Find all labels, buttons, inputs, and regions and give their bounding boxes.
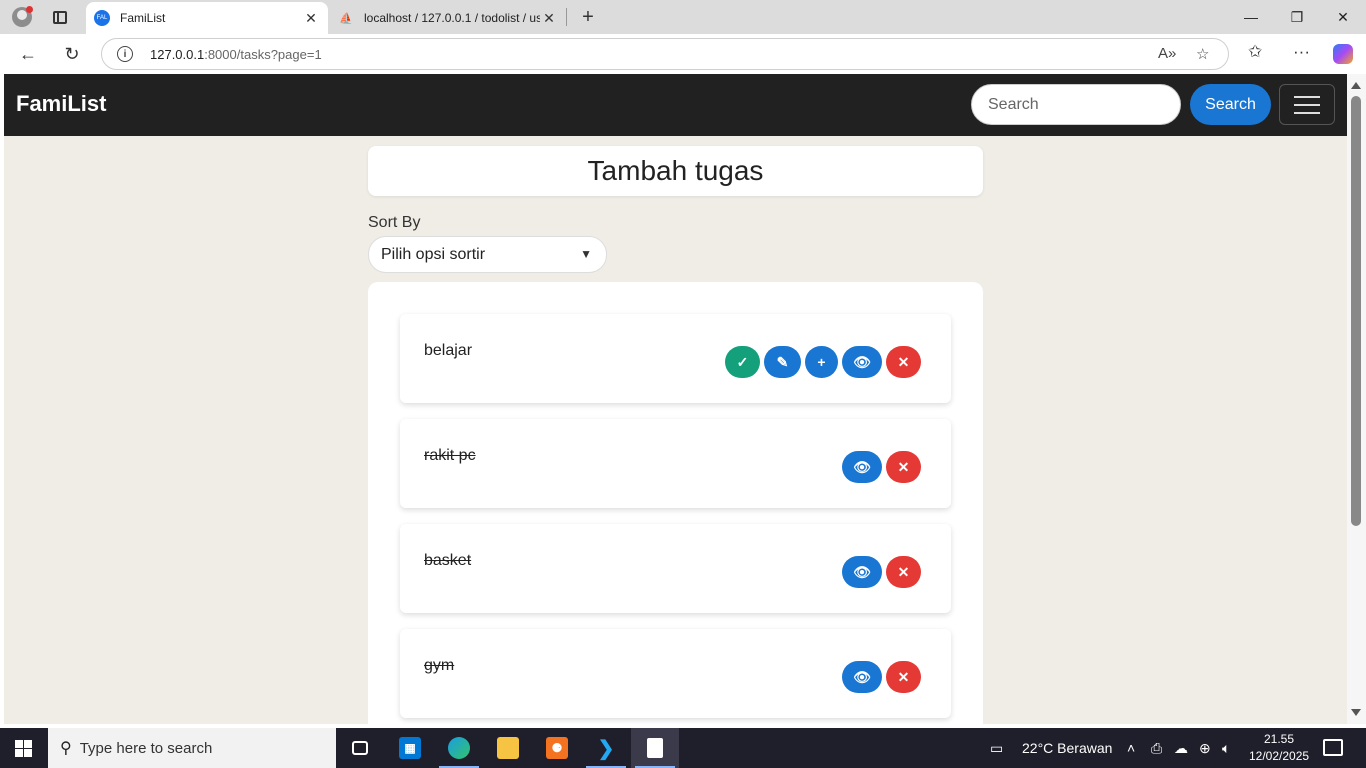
delete-task-button[interactable]: ✕	[886, 451, 921, 483]
complete-task-button[interactable]: ✓	[725, 346, 760, 378]
read-aloud-icon[interactable]: A»	[1158, 45, 1176, 62]
new-tab-icon[interactable]: +	[576, 5, 600, 29]
browser-address-bar: ← ↻ i 127.0.0.1:8000/tasks?page=1 A» ☆ ✩…	[0, 34, 1366, 74]
vscode-icon[interactable]: ❯	[582, 728, 630, 768]
view-task-button[interactable]: 👁	[842, 556, 882, 588]
copilot-icon[interactable]	[1333, 44, 1353, 64]
site-info-icon[interactable]: i	[117, 46, 133, 62]
profile-icon[interactable]	[10, 5, 34, 29]
search-icon: ⚲	[60, 740, 72, 757]
tab-separator	[566, 8, 567, 26]
edge-browser-icon[interactable]	[435, 728, 483, 768]
chevron-down-icon: ▼	[580, 247, 592, 261]
task-item: basket 👁 ✕	[400, 524, 951, 613]
task-item: gym 👁 ✕	[400, 629, 951, 718]
navbar: FamiList Search	[4, 74, 1347, 136]
phpmyadmin-favicon-icon: ⛵	[339, 12, 353, 25]
network-icon[interactable]: ⊕	[1199, 740, 1211, 757]
menu-toggle-icon[interactable]	[1279, 84, 1335, 125]
file-explorer-icon[interactable]	[484, 728, 532, 768]
meet-now-icon[interactable]: ⎙	[1151, 740, 1162, 757]
tab-close-icon[interactable]: ✕	[540, 9, 558, 27]
edit-task-button[interactable]: ✎	[764, 346, 801, 378]
tab-familist[interactable]: FAL FamiList ✕	[86, 2, 328, 34]
task-name: gym	[424, 657, 455, 674]
clock-time: 21.55	[1263, 732, 1295, 746]
delete-task-button[interactable]: ✕	[886, 346, 921, 378]
taskbar-search[interactable]: ⚲ Type here to search	[48, 728, 336, 768]
weather-icon[interactable]: ▭	[990, 740, 1003, 757]
browser-tab-bar: FAL FamiList ✕ ⛵ localhost / 127.0.0.1 /…	[0, 0, 1366, 34]
add-subtask-button[interactable]: +	[805, 346, 838, 378]
tab-actions-icon[interactable]	[48, 5, 72, 29]
sort-label: Sort By	[368, 214, 421, 231]
xampp-icon[interactable]: ⚈	[533, 728, 581, 768]
view-task-button[interactable]: 👁	[842, 661, 882, 693]
familist-favicon-icon: FAL	[94, 10, 110, 26]
url-field[interactable]: i 127.0.0.1:8000/tasks?page=1 A» ☆	[101, 38, 1229, 70]
weather-text[interactable]: 22°C Berawan	[1022, 740, 1112, 756]
tab-title: localhost / 127.0.0.1 / todolist / us	[364, 11, 540, 25]
more-options-icon[interactable]: ···	[1293, 42, 1310, 62]
favorites-icon[interactable]: ✩	[1248, 42, 1262, 62]
scroll-up-icon[interactable]	[1351, 82, 1361, 89]
add-task-heading[interactable]: Tambah tugas	[368, 146, 983, 196]
taskbar-search-placeholder: Type here to search	[79, 739, 213, 757]
task-view-icon[interactable]	[336, 728, 384, 768]
clock-date: 12/02/2025	[1249, 749, 1310, 763]
show-hidden-icons-icon[interactable]: ˄	[1127, 740, 1135, 756]
task-list: belajar ✓ ✎ + 👁 ✕ rakit pc 👁 ✕ basket 👁 …	[368, 282, 983, 724]
close-window-icon[interactable]: ✕	[1320, 0, 1366, 34]
page-scrollbar[interactable]	[1347, 74, 1366, 724]
favorite-star-icon[interactable]: ☆	[1196, 45, 1209, 63]
task-item: rakit pc 👁 ✕	[400, 419, 951, 508]
tab-phpmyadmin[interactable]: ⛵ localhost / 127.0.0.1 / todolist / us …	[330, 2, 566, 34]
clock[interactable]: 21.55 12/02/2025	[1249, 731, 1309, 765]
task-item: belajar ✓ ✎ + 👁 ✕	[400, 314, 951, 403]
delete-task-button[interactable]: ✕	[886, 661, 921, 693]
windows-taskbar: ⚲ Type here to search ▦ ⚈ ❯ ▭ 22°C Beraw…	[0, 728, 1366, 768]
tab-close-icon[interactable]: ✕	[302, 9, 320, 27]
onedrive-icon[interactable]: ☁	[1174, 740, 1188, 757]
view-task-button[interactable]: 👁	[842, 346, 882, 378]
microsoft-store-icon[interactable]: ▦	[386, 728, 434, 768]
scrollbar-thumb[interactable]	[1351, 96, 1361, 526]
windows-start-icon[interactable]	[15, 740, 32, 757]
restore-icon[interactable]: ❐	[1274, 0, 1320, 34]
task-name: basket	[424, 552, 472, 569]
notepad-icon[interactable]	[631, 728, 679, 768]
delete-task-button[interactable]: ✕	[886, 556, 921, 588]
notification-center-icon[interactable]	[1323, 739, 1343, 756]
search-button[interactable]: Search	[1190, 84, 1271, 125]
task-name: belajar	[424, 342, 473, 359]
brand-logo[interactable]: FamiList	[16, 91, 106, 117]
sort-selected-value: Pilih opsi sortir	[381, 245, 486, 263]
back-icon[interactable]: ←	[16, 42, 40, 66]
sort-select[interactable]: Pilih opsi sortir ▼	[368, 236, 607, 273]
tab-title: FamiList	[120, 11, 166, 25]
page-viewport: FamiList Search Tambah tugas Sort By Pil…	[4, 74, 1347, 724]
volume-icon[interactable]: 🔈︎	[1222, 740, 1230, 757]
reload-icon[interactable]: ↻	[60, 42, 84, 66]
scroll-down-icon[interactable]	[1351, 709, 1361, 716]
url-text: 127.0.0.1:8000/tasks?page=1	[150, 47, 322, 62]
search-input[interactable]	[971, 84, 1181, 125]
view-task-button[interactable]: 👁	[842, 451, 882, 483]
minimize-icon[interactable]: —	[1228, 0, 1274, 34]
task-name: rakit pc	[424, 447, 476, 464]
